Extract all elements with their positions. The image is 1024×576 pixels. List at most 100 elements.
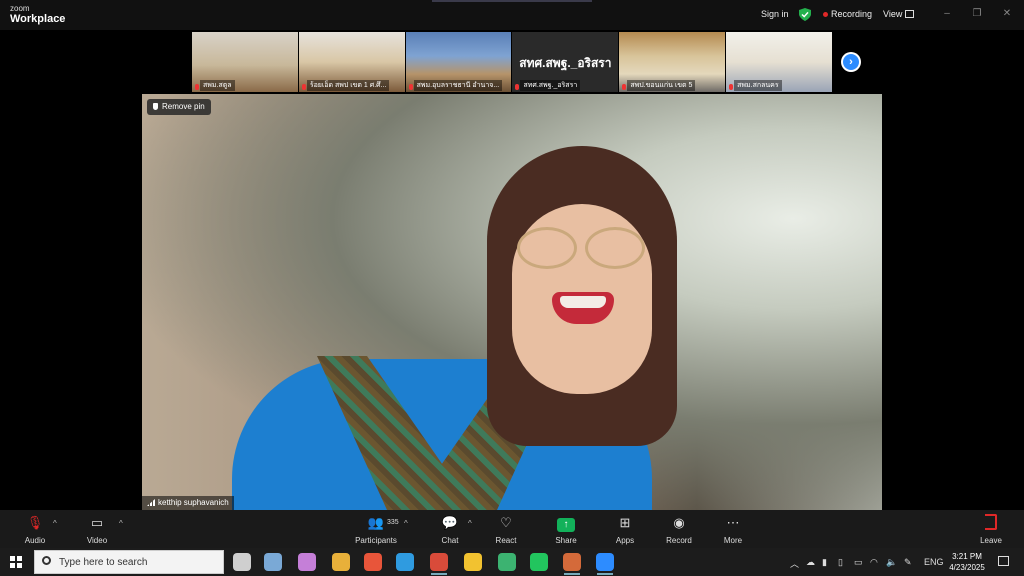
- active-app-indicator: [431, 573, 447, 575]
- apps-label: Apps: [615, 536, 635, 545]
- top-accent-bar: [432, 0, 592, 2]
- close-button[interactable]: ✕: [1000, 8, 1014, 19]
- leave-label: Leave: [980, 536, 1002, 545]
- video-button[interactable]: ▭ Video: [72, 514, 122, 545]
- thumbnail-name: สพป.ขอนแก่น เขต 5: [627, 80, 696, 91]
- muted-mic-icon: [301, 84, 306, 90]
- thumbnail-name: สพม.สตูล: [200, 80, 235, 91]
- video-camera-icon: ▭: [90, 515, 104, 530]
- participant-name-tag: ketthip suphavanich: [142, 496, 234, 510]
- participant-thumbnail[interactable]: สทศ.สพฐ._อริสรา สทศ.สพฐ._อริสรา: [512, 32, 619, 92]
- zoom-logo: zoom Workplace: [10, 5, 65, 25]
- meeting-controls-bar: 🎙 Audio ^ ▭ Video ^ 👥 Participants ^ 💬 C…: [0, 510, 1024, 548]
- clock-date: 4/23/2025: [949, 563, 985, 572]
- participant-name: ketthip suphavanich: [158, 498, 229, 507]
- chat-options-caret-icon[interactable]: ^: [468, 519, 472, 528]
- search-icon: [42, 556, 51, 565]
- thumbnail-big-label: สทศ.สพฐ._อริสรา: [519, 56, 612, 70]
- muted-mic-icon: [622, 84, 627, 90]
- video-options-caret-icon[interactable]: ^: [119, 519, 123, 528]
- apps-grid-icon: ⊞: [619, 515, 631, 530]
- heart-icon: ♡: [500, 515, 512, 530]
- chat-label: Chat: [441, 536, 459, 545]
- active-app-indicator: [597, 573, 613, 575]
- remove-pin-label: Remove pin: [162, 102, 205, 111]
- chevron-right-icon: ›: [843, 54, 859, 70]
- audio-options-caret-icon[interactable]: ^: [53, 519, 57, 528]
- volume-icon[interactable]: 🔈: [886, 557, 897, 568]
- tray-cloud-icon[interactable]: ☁: [806, 557, 815, 568]
- video-person-teeth: [560, 296, 606, 308]
- video-person-glasses: [517, 227, 577, 269]
- participants-options-caret-icon[interactable]: ^: [404, 519, 408, 528]
- view-button[interactable]: View: [883, 9, 902, 19]
- line-icon[interactable]: [530, 553, 548, 571]
- thumbnail-name: สพม.สกลนคร: [734, 80, 782, 91]
- notification-center-icon[interactable]: [998, 556, 1009, 566]
- language-indicator[interactable]: ENG: [924, 557, 944, 567]
- muted-mic-icon: [195, 84, 199, 90]
- taskbar-clock[interactable]: 3:21 PM 4/23/2025: [946, 551, 988, 573]
- rss-app-icon[interactable]: [364, 553, 382, 571]
- video-person-glasses: [585, 227, 645, 269]
- copilot-icon[interactable]: [298, 553, 316, 571]
- chrome-profile-2-icon[interactable]: [498, 553, 516, 571]
- apps-button[interactable]: ⊞ Apps: [600, 514, 650, 545]
- recording-label[interactable]: Recording: [831, 9, 872, 19]
- taskbar-search-box[interactable]: Type here to search: [34, 550, 224, 574]
- tray-usb-icon[interactable]: ▯: [838, 557, 843, 568]
- share-screen-icon: ↑: [557, 518, 575, 532]
- share-button[interactable]: ↑ Share: [541, 514, 591, 545]
- audio-label: Audio: [24, 536, 46, 545]
- participant-thumbnail[interactable]: สพม.สกลนคร: [726, 32, 832, 92]
- chrome-profile-icon[interactable]: [332, 553, 350, 571]
- edge-icon[interactable]: [396, 553, 414, 571]
- pin-icon: [153, 103, 158, 110]
- view-grid-icon[interactable]: [905, 10, 914, 18]
- brand-bottom: Workplace: [10, 13, 66, 25]
- muted-mic-icon: [729, 84, 734, 90]
- leave-button[interactable]: Leave: [966, 514, 1016, 545]
- task-view-icon[interactable]: [233, 553, 251, 571]
- pinned-video-feed[interactable]: Remove pin ketthip suphavanich: [142, 94, 882, 510]
- next-page-button[interactable]: ›: [841, 52, 861, 72]
- maximize-button[interactable]: ❐: [970, 8, 984, 19]
- pinned-app-icon[interactable]: [563, 553, 581, 571]
- record-button[interactable]: ◉ Record: [654, 514, 704, 545]
- windows-taskbar: Type here to search ︿ ☁ ▮ ▯ ▭ ◠ 🔈 ✎ ENG …: [0, 548, 1024, 576]
- active-app-indicator: [564, 573, 580, 575]
- tray-mic-icon[interactable]: ▮: [822, 557, 827, 568]
- zoom-title-bar: zoom Workplace Sign in Recording View – …: [0, 0, 1024, 30]
- search-placeholder: Type here to search: [59, 557, 148, 568]
- participant-thumbnail[interactable]: ร้อยเอ็ด สพป เขต 1 ศ.ศึ...: [298, 32, 405, 92]
- share-label: Share: [555, 536, 577, 545]
- remove-pin-button[interactable]: Remove pin: [147, 99, 211, 115]
- muted-mic-icon: [515, 84, 520, 90]
- photos-icon[interactable]: [264, 553, 282, 571]
- chrome-icon[interactable]: [430, 553, 448, 571]
- recording-indicator-icon: [823, 12, 828, 17]
- thumbnail-name: สทศ.สพฐ._อริสรา: [520, 80, 581, 91]
- muted-mic-icon: [408, 84, 413, 90]
- participant-thumbnail[interactable]: สพป.ขอนแก่น เขต 5: [619, 32, 726, 92]
- react-button[interactable]: ♡ React: [481, 514, 531, 545]
- react-label: React: [495, 536, 517, 545]
- show-hidden-icons-icon[interactable]: ︿: [790, 557, 799, 570]
- record-icon: ◉: [673, 515, 685, 530]
- more-label: More: [723, 536, 743, 545]
- participants-count-badge: 335: [387, 519, 399, 526]
- wifi-icon[interactable]: ◠: [870, 557, 878, 568]
- more-button[interactable]: ⋯ More: [708, 514, 758, 545]
- file-explorer-icon[interactable]: [464, 553, 482, 571]
- windows-start-icon[interactable]: [10, 556, 22, 568]
- participants-label: Participants: [355, 536, 397, 545]
- security-shield-icon[interactable]: [799, 8, 811, 21]
- participant-thumbnail[interactable]: สพม.สตูล: [192, 32, 298, 92]
- pen-icon[interactable]: ✎: [904, 557, 912, 568]
- sign-in-link[interactable]: Sign in: [761, 9, 789, 19]
- minimize-button[interactable]: –: [940, 8, 954, 19]
- participant-thumbnail-strip: สพม.สตูล ร้อยเอ็ด สพป เขต 1 ศ.ศึ... สพม.…: [192, 32, 832, 92]
- participant-thumbnail[interactable]: สพม.อุบลราชธานี อำนาจ...: [405, 32, 512, 92]
- zoom-icon[interactable]: [596, 553, 614, 571]
- tray-battery-icon[interactable]: ▭: [854, 557, 863, 568]
